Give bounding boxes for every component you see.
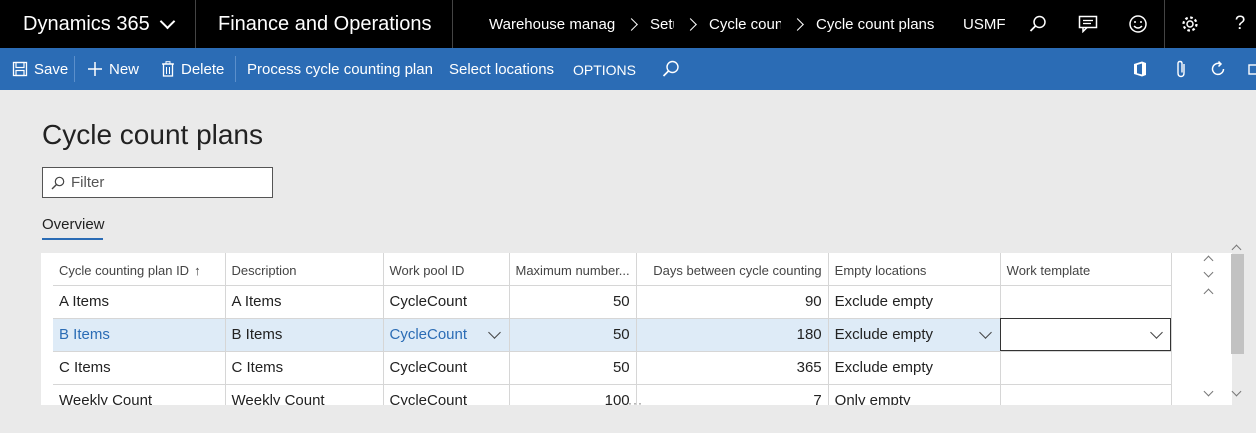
cell-plan-id[interactable]: C Items xyxy=(53,351,226,385)
table-row-selected[interactable]: B Items B Items CycleCount 50 180 Exclud… xyxy=(53,318,1172,352)
cell-days-between[interactable]: 365 xyxy=(636,351,829,385)
cell-days-between[interactable]: 90 xyxy=(636,285,829,319)
refresh-icon[interactable] xyxy=(1209,48,1233,90)
tab-overview-underline xyxy=(42,238,103,240)
column-header-work-template[interactable]: Work template xyxy=(1000,253,1172,286)
message-icon[interactable] xyxy=(1068,0,1108,48)
cell-description[interactable]: B Items xyxy=(225,318,384,352)
column-header-description[interactable]: Description xyxy=(225,253,384,286)
cell-description[interactable]: Weekly Count xyxy=(225,384,384,405)
cell-maximum-number[interactable]: 50 xyxy=(509,351,637,385)
company-picker[interactable]: USMF xyxy=(963,0,1006,48)
search-icon[interactable] xyxy=(1018,0,1058,48)
action-divider xyxy=(235,56,236,82)
cell-work-pool-id[interactable]: CycleCount xyxy=(383,285,510,319)
tab-overview[interactable]: Overview xyxy=(42,216,105,239)
scroll-up-icon[interactable] xyxy=(1203,255,1214,266)
column-header-maximum-number[interactable]: Maximum number... xyxy=(509,253,637,286)
column-resize-handle[interactable]: ··· xyxy=(628,396,643,410)
options-tab[interactable]: OPTIONS xyxy=(573,48,636,90)
select-locations-button[interactable]: Select locations xyxy=(449,48,554,90)
table-row[interactable]: Weekly Count Weekly Count CycleCount 100… xyxy=(53,384,1172,405)
app-switcher[interactable]: Dynamics 365 xyxy=(0,0,196,48)
grid-table: Cycle counting plan ID ↑ Description Work… xyxy=(53,253,1172,405)
cell-empty-locations[interactable]: Exclude empty xyxy=(828,318,1001,352)
module-name[interactable]: Finance and Operations xyxy=(197,0,453,48)
attachment-icon[interactable] xyxy=(1175,48,1193,90)
scroll-up-icon[interactable] xyxy=(1231,244,1242,255)
process-cycle-counting-plan-button[interactable]: Process cycle counting plan xyxy=(247,48,433,90)
save-icon xyxy=(12,61,28,77)
chevron-right-icon xyxy=(684,17,697,31)
column-header-work-pool-id[interactable]: Work pool ID xyxy=(383,253,510,286)
cell-empty-locations[interactable]: Exclude empty xyxy=(828,351,1001,385)
search-icon xyxy=(51,176,65,189)
cell-plan-id[interactable]: B Items xyxy=(53,318,226,352)
breadcrumb: Warehouse manage Setu Cycle coun Cycle c… xyxy=(489,0,934,48)
action-pane: Save New Delete Process cycle counting p… xyxy=(0,48,1256,90)
table-row[interactable]: A Items A Items CycleCount 50 90 Exclude… xyxy=(53,285,1172,319)
action-divider xyxy=(74,56,75,82)
cell-plan-id[interactable]: A Items xyxy=(53,285,226,319)
chevron-down-icon xyxy=(159,13,175,29)
filter-input[interactable] xyxy=(71,174,261,191)
cycle-count-plans-grid: Cycle counting plan ID ↑ Description Work… xyxy=(41,253,1232,405)
cell-empty-locations[interactable]: Exclude empty xyxy=(828,285,1001,319)
work-template-dropdown[interactable] xyxy=(1000,318,1172,352)
column-header-plan-id[interactable]: Cycle counting plan ID ↑ xyxy=(53,253,226,286)
topbar-divider xyxy=(1164,0,1165,48)
cell-empty-locations[interactable]: Only empty xyxy=(828,384,1001,405)
scroll-down-icon[interactable] xyxy=(1231,386,1242,397)
page-title: Cycle count plans xyxy=(42,119,264,150)
filter-box[interactable] xyxy=(42,167,273,198)
chevron-down-icon[interactable] xyxy=(487,325,501,339)
smiley-icon[interactable] xyxy=(1118,0,1158,48)
action-search-icon[interactable] xyxy=(662,48,686,90)
help-icon[interactable]: ? xyxy=(1220,0,1256,48)
cell-description[interactable]: C Items xyxy=(225,351,384,385)
cell-maximum-number[interactable]: 100 xyxy=(509,384,637,405)
breadcrumb-setup[interactable]: Setu xyxy=(650,16,674,33)
open-in-new-window-icon[interactable] xyxy=(1248,48,1256,90)
breadcrumb-cycle-counting[interactable]: Cycle coun xyxy=(709,16,781,33)
column-header-days-between[interactable]: Days between cycle counting xyxy=(636,253,829,286)
save-button[interactable]: Save xyxy=(12,48,68,90)
column-header-empty-locations[interactable]: Empty locations xyxy=(828,253,1001,286)
cell-work-template[interactable] xyxy=(1000,384,1172,405)
scroll-up-icon[interactable] xyxy=(1203,288,1214,299)
cell-days-between[interactable]: 180 xyxy=(636,318,829,352)
grid-scrollbar[interactable] xyxy=(1201,253,1217,404)
cell-plan-id[interactable]: Weekly Count xyxy=(53,384,226,405)
chevron-right-icon xyxy=(625,17,638,31)
cell-work-template[interactable] xyxy=(1000,285,1172,319)
cell-maximum-number[interactable]: 50 xyxy=(509,318,637,352)
cell-work-template[interactable] xyxy=(1000,351,1172,385)
cell-work-pool-id[interactable]: CycleCount xyxy=(383,384,510,405)
chevron-down-icon[interactable] xyxy=(1149,325,1163,339)
cell-description[interactable]: A Items xyxy=(225,285,384,319)
scrollbar-thumb[interactable] xyxy=(1231,254,1244,354)
table-row[interactable]: C Items C Items CycleCount 50 365 Exclud… xyxy=(53,351,1172,385)
plus-icon xyxy=(88,62,102,76)
office-icon[interactable] xyxy=(1133,48,1153,90)
chevron-right-icon xyxy=(791,17,804,31)
breadcrumb-warehouse[interactable]: Warehouse manage xyxy=(489,16,615,33)
scroll-down-icon[interactable] xyxy=(1203,267,1214,278)
gear-icon[interactable] xyxy=(1170,0,1210,48)
brand-label: Dynamics 365 xyxy=(23,12,150,35)
cell-maximum-number[interactable]: 50 xyxy=(509,285,637,319)
top-nav-bar: Dynamics 365 Finance and Operations Ware… xyxy=(0,0,1256,48)
scroll-down-icon[interactable] xyxy=(1203,386,1214,397)
cell-days-between[interactable]: 7 xyxy=(636,384,829,405)
trash-icon xyxy=(162,61,174,77)
delete-button[interactable]: Delete xyxy=(161,48,224,90)
breadcrumb-current[interactable]: Cycle count plans xyxy=(816,16,934,33)
cell-work-pool-id[interactable]: CycleCount xyxy=(383,351,510,385)
new-button[interactable]: New xyxy=(87,48,139,90)
chevron-down-icon[interactable] xyxy=(978,325,992,339)
sort-ascending-icon: ↑ xyxy=(194,262,201,278)
grid-header-row: Cycle counting plan ID ↑ Description Work… xyxy=(53,253,1172,286)
cell-work-pool-id[interactable]: CycleCount xyxy=(383,318,510,352)
